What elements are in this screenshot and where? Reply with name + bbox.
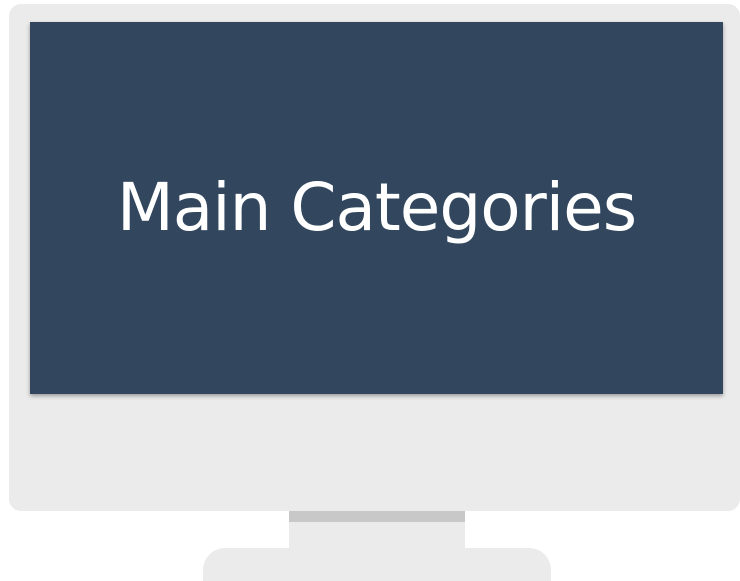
screen-title: Main Categories: [116, 168, 637, 246]
monitor-stand-base: [203, 548, 551, 581]
monitor-screen: Main Categories: [30, 22, 723, 394]
monitor-neck-shadow: [289, 511, 465, 522]
